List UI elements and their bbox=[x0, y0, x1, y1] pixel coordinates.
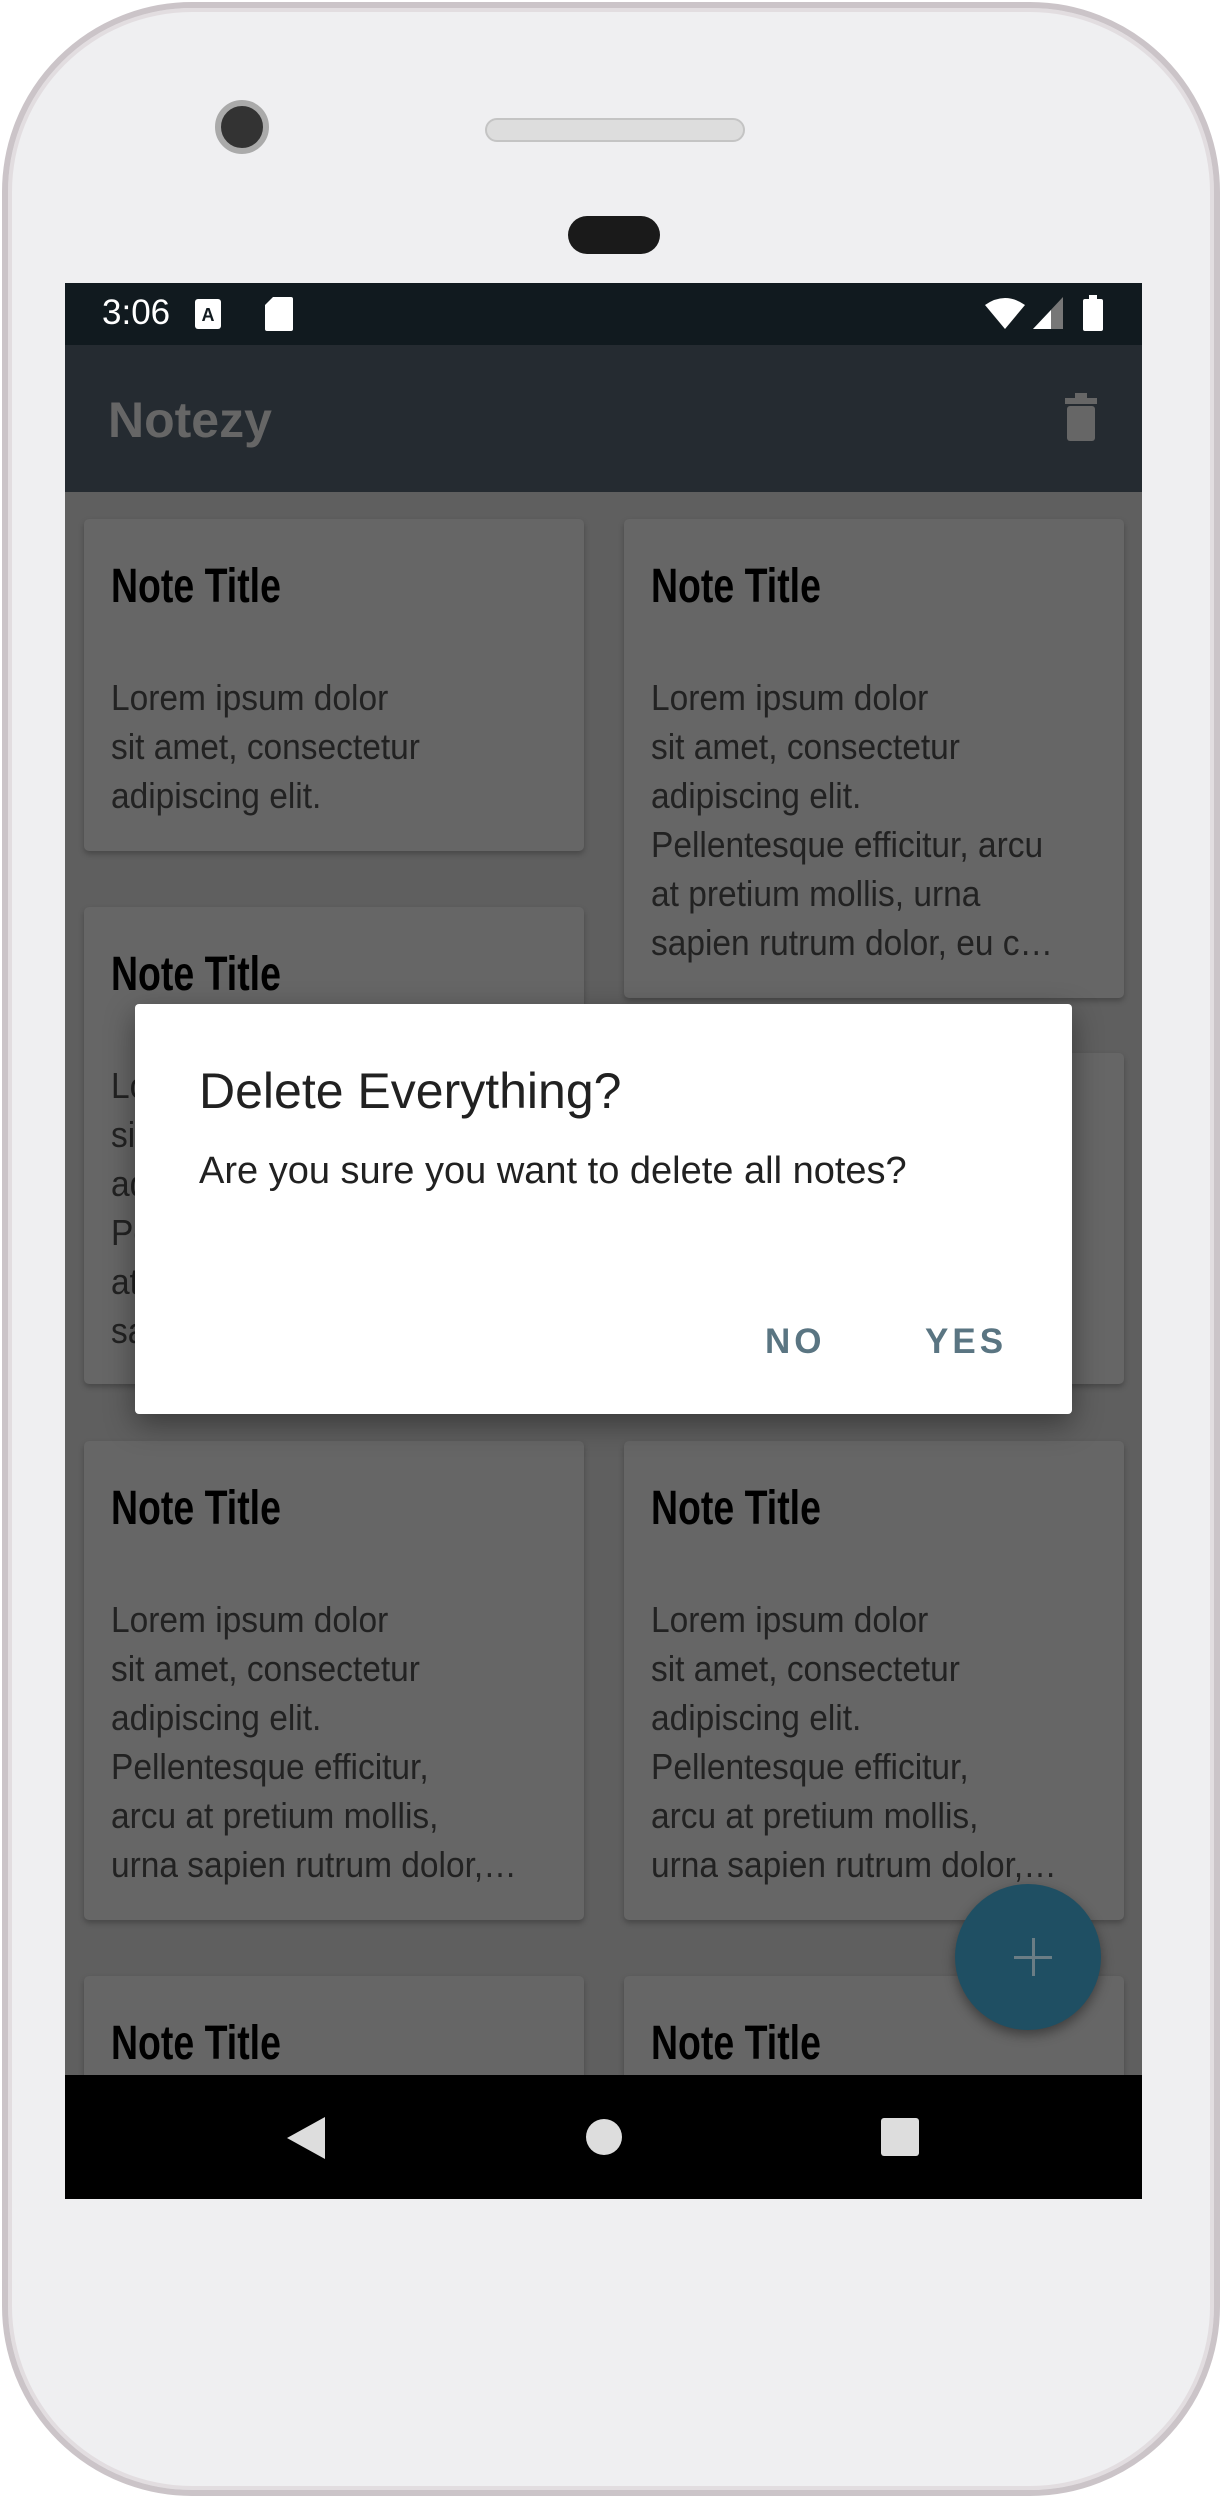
speaker-grille bbox=[485, 118, 745, 142]
status-bar: 3:06 A bbox=[65, 283, 1142, 345]
note-card[interactable]: Note Title Lorem ipsum dolor sit amet, con… bbox=[84, 519, 584, 851]
note-body-line: Pellentesque efficitur, bbox=[651, 1746, 969, 1787]
battery-icon bbox=[1083, 295, 1103, 331]
yes-button[interactable]: YES bbox=[925, 1322, 1007, 1362]
note-body-line: adipiscing elit. bbox=[651, 775, 862, 816]
note-body-line: sit amet, consectetur bbox=[651, 1648, 960, 1689]
dialog-message: Are you sure you want to delete all note… bbox=[199, 1150, 907, 1192]
note-body-line: sit amet, consectetur bbox=[651, 726, 960, 767]
signal-icon bbox=[1033, 297, 1063, 329]
note-body-line: sit amet, consectetur bbox=[111, 726, 420, 767]
note-body-line: Pellentesque efficitur, bbox=[111, 1746, 429, 1787]
note-body-line: sapien rutrum dolor, eu c… bbox=[651, 922, 1053, 963]
note-title: Note Title bbox=[111, 1482, 281, 1535]
note-title: Note Title bbox=[111, 560, 281, 613]
note-title: Note Title bbox=[651, 2017, 821, 2070]
front-camera bbox=[215, 100, 269, 154]
app-title: Notezy bbox=[108, 392, 272, 448]
note-body-line: adipiscing elit. bbox=[111, 775, 322, 816]
svg-text:A: A bbox=[202, 305, 215, 325]
note-body-line: adipiscing elit. bbox=[111, 1697, 322, 1738]
a-notification-icon: A bbox=[195, 299, 221, 329]
app-bar: Notezy bbox=[65, 345, 1142, 492]
delete-confirm-dialog: Delete Everything? Are you sure you want… bbox=[135, 1004, 1072, 1414]
note-title: Note Title bbox=[111, 948, 281, 1001]
note-body-line: Lorem ipsum dolor bbox=[111, 1599, 389, 1640]
wifi-icon bbox=[985, 298, 1025, 329]
no-button[interactable]: NO bbox=[765, 1322, 826, 1362]
note-body-line: urna sapien rutrum dolor,… bbox=[111, 1844, 517, 1885]
note-body-line: Lorem ipsum dolor bbox=[651, 1599, 929, 1640]
note-card[interactable]: Note Title Lorem ipsum dolor sit amet, con… bbox=[624, 1441, 1124, 1920]
note-body-line: Lorem ipsum dolor bbox=[111, 677, 389, 718]
note-title: Note Title bbox=[111, 2017, 281, 2070]
recents-icon[interactable] bbox=[881, 2118, 919, 2156]
note-body-line: urna sapien rutrum dolor,… bbox=[651, 1844, 1057, 1885]
note-body-line: at pretium mollis, urna bbox=[651, 873, 981, 914]
add-note-button[interactable] bbox=[955, 1884, 1101, 2030]
navigation-bar bbox=[65, 2075, 1142, 2199]
home-icon[interactable] bbox=[585, 2118, 623, 2156]
trash-icon[interactable] bbox=[1065, 393, 1097, 441]
note-card[interactable]: Note Title Lorem ipsum dolor sit amet, con… bbox=[84, 1441, 584, 1920]
note-body-line: arcu at pretium mollis, bbox=[651, 1795, 979, 1836]
dialog-title: Delete Everything? bbox=[199, 1063, 622, 1119]
back-icon[interactable] bbox=[287, 2117, 325, 2159]
note-body-line: arcu at pretium mollis, bbox=[111, 1795, 439, 1836]
earpiece bbox=[568, 216, 660, 254]
note-body-line: Pellentesque efficitur, arcu bbox=[651, 824, 1044, 865]
note-body-line: Lorem ipsum dolor bbox=[651, 677, 929, 718]
note-body-line: sit amet, consectetur bbox=[111, 1648, 420, 1689]
note-card[interactable]: Note Title Lorem ipsum dolor sit amet, con… bbox=[624, 519, 1124, 998]
note-title: Note Title bbox=[651, 1482, 821, 1535]
note-title: Note Title bbox=[651, 560, 821, 613]
note-body-line: adipiscing elit. bbox=[651, 1697, 862, 1738]
status-time: 3:06 bbox=[102, 293, 171, 332]
sd-card-icon bbox=[265, 297, 293, 331]
